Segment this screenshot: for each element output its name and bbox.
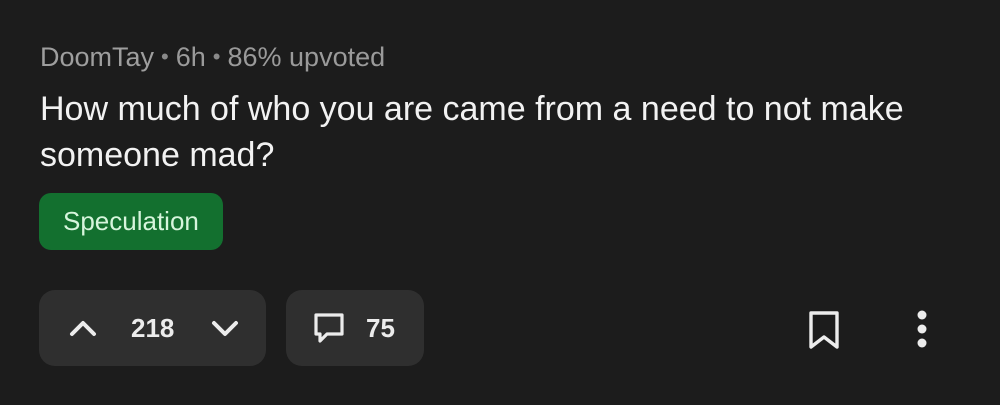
upvote-ratio: 86% upvoted — [227, 41, 386, 72]
author-name[interactable]: DoomTay — [40, 42, 154, 73]
bookmark-icon — [809, 311, 839, 349]
flair-badge[interactable]: Speculation — [39, 193, 223, 250]
vertical-ellipsis-icon — [917, 310, 927, 348]
vote-bar: 218 — [39, 290, 266, 366]
meta-separator: • — [161, 44, 169, 69]
post-card[interactable]: DoomTay • 6h • 86% upvoted How much of w… — [0, 0, 1000, 405]
upvote-button[interactable] — [67, 312, 99, 344]
chevron-up-icon — [70, 321, 96, 336]
meta-separator: • — [212, 44, 221, 69]
chevron-down-icon — [212, 321, 238, 336]
comment-count: 75 — [366, 313, 395, 343]
post-title[interactable]: How much of who you are came from a need… — [40, 86, 960, 178]
downvote-button[interactable] — [209, 312, 241, 344]
comment-bubble-icon — [314, 313, 344, 343]
post-age: 6h — [175, 41, 206, 72]
post-meta: DoomTay • 6h • 86% upvoted — [40, 40, 385, 74]
more-options-button[interactable] — [906, 308, 938, 350]
save-button[interactable] — [806, 310, 842, 350]
comments-button[interactable]: 75 — [286, 290, 424, 366]
vote-count: 218 — [131, 313, 175, 343]
comment-icon-wrap — [312, 311, 346, 345]
